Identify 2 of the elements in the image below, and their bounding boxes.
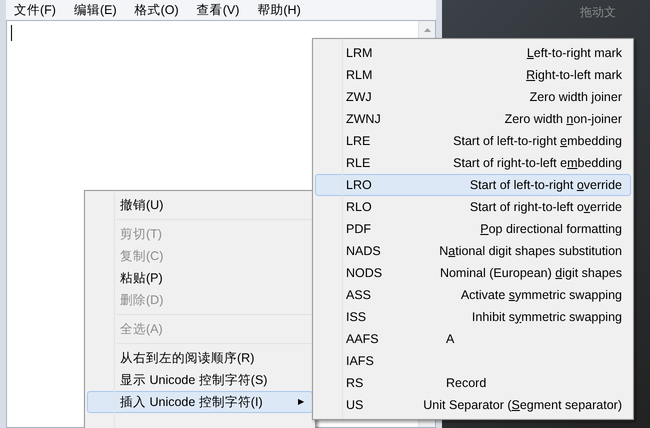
- desktop-text: 拖动文: [580, 4, 616, 21]
- submenu-arrow-icon: ▶: [298, 396, 304, 408]
